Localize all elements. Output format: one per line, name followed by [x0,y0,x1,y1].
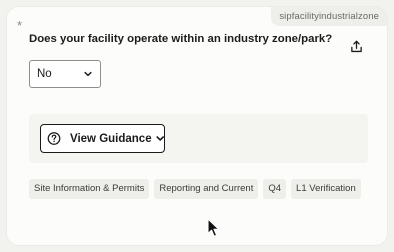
field-id-tag: sipfacilityindustrialzone [271,7,387,26]
share-icon [350,40,362,52]
chip-site-information[interactable]: Site Information & Permits [29,179,150,200]
question-text: Does your facility operate within an ind… [29,33,333,45]
chevron-down-icon [156,136,164,141]
tag-chips: Site Information & Permits Reporting and… [29,179,361,200]
view-guidance-button[interactable]: View Guidance [40,124,165,153]
share-button[interactable] [344,34,368,58]
chip-quarter[interactable]: Q4 [263,179,287,200]
required-marker: * [17,18,23,33]
chip-reporting[interactable]: Reporting and Current [154,179,259,200]
chevron-down-icon [84,71,92,77]
guidance-panel: View Guidance [29,114,368,163]
answer-select[interactable]: No [29,60,101,88]
answer-select-value: No [37,68,52,80]
chip-verification[interactable]: L1 Verification [291,179,361,200]
question-circle-icon [47,132,61,145]
view-guidance-label: View Guidance [70,132,152,145]
question-card: sipfacilityindustrialzone * Does your fa… [7,7,387,245]
